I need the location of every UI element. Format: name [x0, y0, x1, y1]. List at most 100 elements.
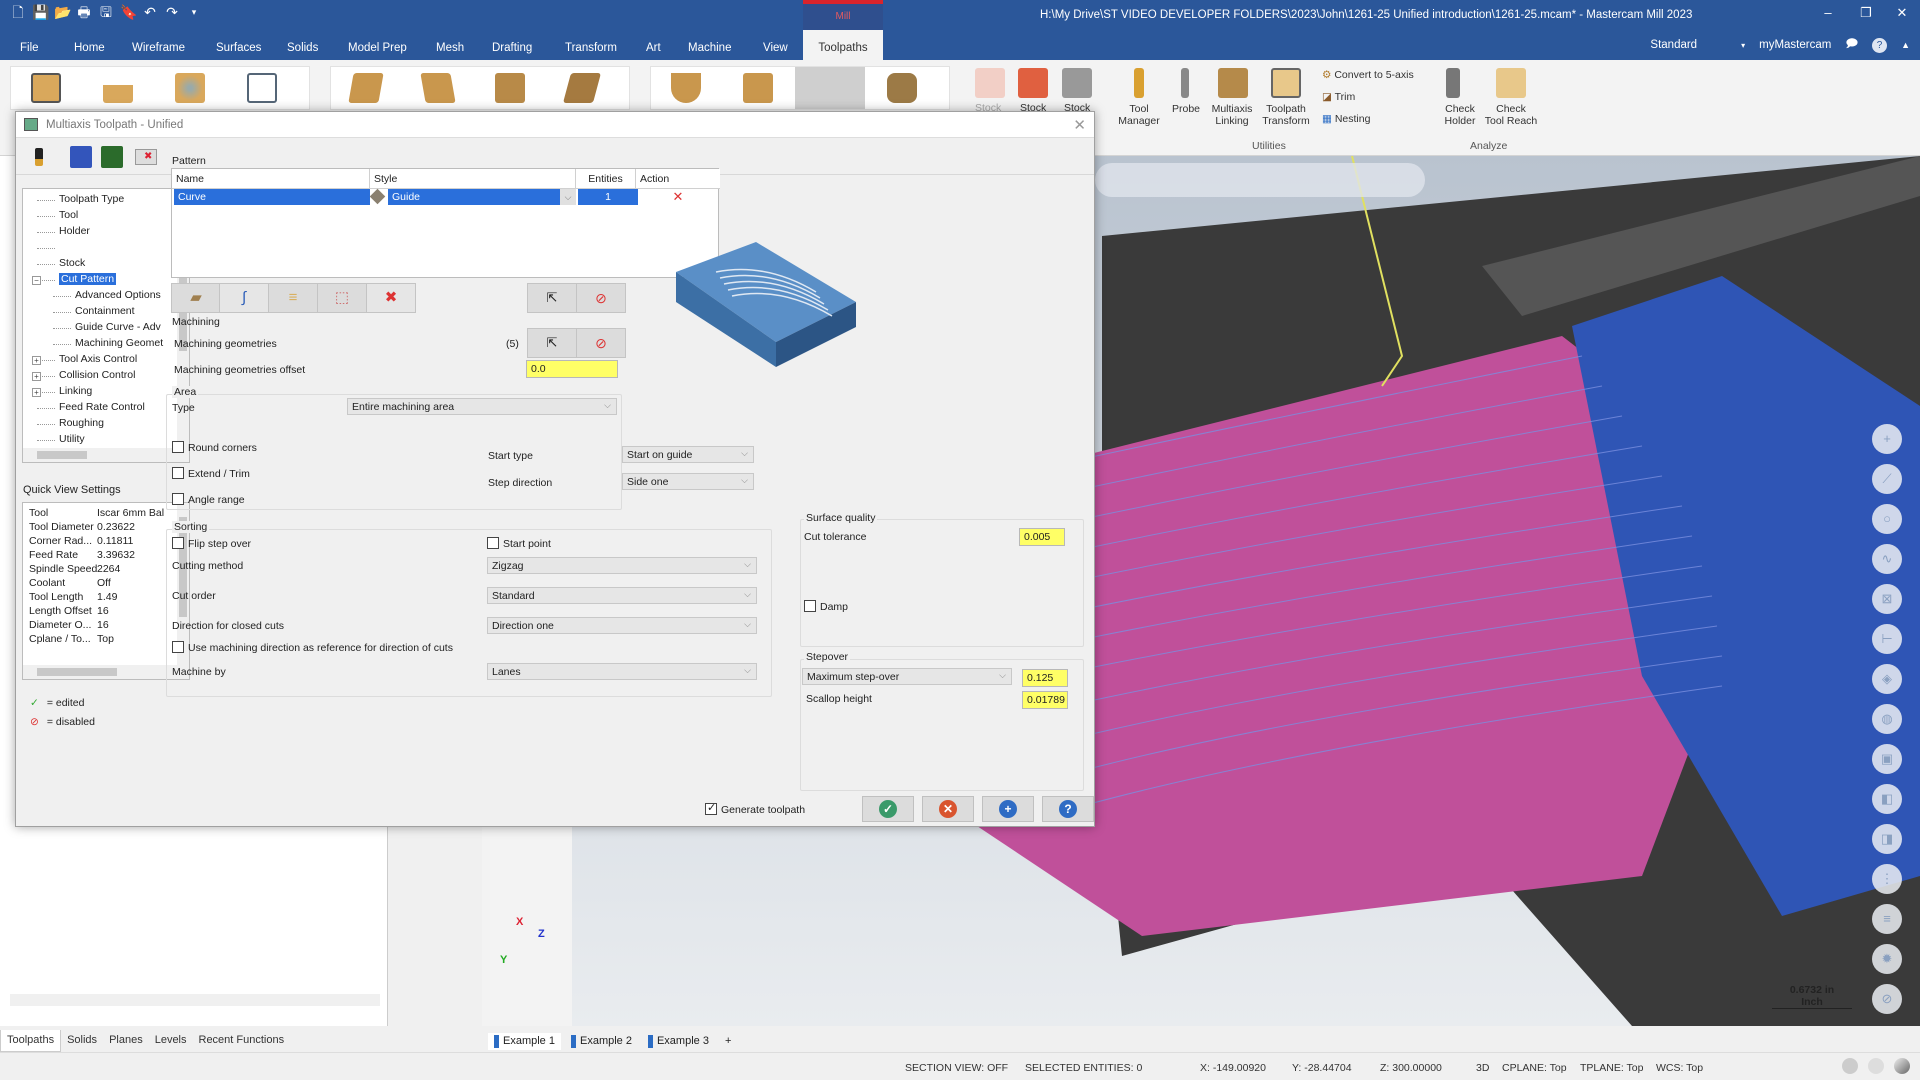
- viewsheet-tab-1[interactable]: Example 1: [488, 1032, 561, 1050]
- pattern-curve-button[interactable]: ∫: [219, 283, 269, 313]
- face-icon[interactable]: [247, 73, 277, 103]
- tab-machine[interactable]: Machine: [680, 30, 739, 60]
- multisurface-icon[interactable]: [887, 73, 917, 103]
- use-machining-direction-checkbox[interactable]: [172, 641, 184, 653]
- boolean-icon[interactable]: ◧: [1872, 784, 1902, 814]
- workspace-selector[interactable]: Standard: [1650, 39, 1697, 51]
- optirough-icon[interactable]: [420, 73, 456, 103]
- pocket-icon[interactable]: [175, 73, 205, 103]
- close-button[interactable]: ✕: [1892, 5, 1912, 21]
- stepover-mode-select[interactable]: Maximum step-over ⌵: [802, 668, 1012, 685]
- tree-item[interactable]: Feed Rate Control: [59, 401, 145, 413]
- pattern-deselect-button[interactable]: ⊘: [576, 283, 626, 313]
- z-coordinate[interactable]: Z: 300.00000: [1380, 1062, 1442, 1074]
- convert-5axis-button[interactable]: ⚙ Convert to 5-axis: [1322, 69, 1414, 81]
- pattern-lines-button[interactable]: ≡: [268, 283, 318, 313]
- expand-icon[interactable]: +: [32, 356, 41, 365]
- tree-item[interactable]: Tool Axis Control: [59, 353, 137, 365]
- help-button[interactable]: ?: [1042, 796, 1094, 822]
- quickview-hscrollbar[interactable]: [23, 665, 189, 679]
- check-holder-button[interactable]: Check Holder: [1440, 103, 1480, 127]
- solid-icon[interactable]: ◍: [1872, 704, 1902, 734]
- spline-icon[interactable]: ∿: [1872, 544, 1902, 574]
- toolpath-transform-button[interactable]: Toolpath Transform: [1258, 103, 1314, 127]
- redo-icon[interactable]: ↷: [164, 4, 180, 20]
- dialog-close-button[interactable]: ✕: [1073, 116, 1086, 134]
- tree-item[interactable]: Advanced Options: [75, 289, 161, 301]
- angle-range-checkbox[interactable]: [172, 493, 184, 505]
- surface-icon[interactable]: ◈: [1872, 664, 1902, 694]
- bookmark-icon[interactable]: 🔖: [120, 4, 137, 20]
- tab-art[interactable]: Art: [638, 30, 669, 60]
- expand-icon[interactable]: +: [32, 372, 41, 381]
- check-tool-reach-button[interactable]: Check Tool Reach: [1480, 103, 1542, 127]
- help-icon[interactable]: ?: [1872, 37, 1888, 53]
- tool-manager-button[interactable]: Tool Manager: [1112, 103, 1166, 127]
- check-tool-reach-icon[interactable]: [1496, 68, 1526, 98]
- wcs-selector[interactable]: WCS: Top: [1656, 1062, 1703, 1074]
- unified-icon[interactable]: [795, 67, 865, 109]
- boolean-remove-icon[interactable]: ◨: [1872, 824, 1902, 854]
- save-settings-icon[interactable]: [70, 146, 92, 168]
- trim-button[interactable]: ◪ Trim: [1322, 91, 1355, 103]
- tab-surfaces[interactable]: Surfaces: [208, 30, 269, 60]
- column-entities[interactable]: Entities: [576, 169, 636, 189]
- tree-item[interactable]: Guide Curve - Adv: [75, 321, 161, 333]
- minimize-button[interactable]: –: [1818, 5, 1838, 20]
- new-file-icon[interactable]: 🗋: [10, 4, 26, 20]
- area-rough-icon[interactable]: [348, 73, 384, 103]
- layer-icon[interactable]: ≡: [1872, 904, 1902, 934]
- extend-trim-checkbox[interactable]: [172, 467, 184, 479]
- tool-manager-icon[interactable]: [1134, 68, 1144, 98]
- tree-hscrollbar[interactable]: [23, 448, 189, 462]
- viewsheet-tab-2[interactable]: Example 2: [565, 1033, 638, 1050]
- pattern-surface-button[interactable]: ▰: [171, 283, 221, 313]
- toolpath-transform-icon[interactable]: [1271, 68, 1301, 98]
- tool-select-icon[interactable]: [28, 146, 50, 168]
- remove-pattern-button[interactable]: ✕: [638, 189, 718, 205]
- machining-deselect-button[interactable]: ⊘: [576, 328, 626, 358]
- tab-file[interactable]: File: [12, 30, 47, 60]
- restore-button[interactable]: ❐: [1856, 5, 1876, 21]
- cutting-method-select[interactable]: Zigzag ⌵: [487, 557, 757, 574]
- flip-step-over-checkbox[interactable]: [172, 537, 184, 549]
- chevron-down-icon[interactable]: ⌵: [560, 189, 576, 205]
- pattern-select-button[interactable]: ⇱: [527, 283, 577, 313]
- tplane-selector[interactable]: TPLANE: Top: [1580, 1062, 1643, 1074]
- manager-hscrollbar[interactable]: [10, 994, 380, 1006]
- stepover-value-input[interactable]: 0.125: [1022, 669, 1068, 687]
- tab-solids-manager[interactable]: Solids: [61, 1030, 103, 1052]
- stock-shading-icon[interactable]: [1018, 68, 1048, 98]
- tab-toolpaths[interactable]: Toolpaths: [803, 30, 883, 60]
- tree-item[interactable]: Containment: [75, 305, 135, 317]
- tree-item[interactable]: Linking: [59, 385, 92, 397]
- probe-button[interactable]: Probe: [1170, 103, 1202, 115]
- tab-levels-manager[interactable]: Levels: [149, 1030, 193, 1052]
- cancel-button[interactable]: ✕: [922, 796, 974, 822]
- contour-icon[interactable]: [31, 73, 61, 103]
- multiaxis-linking-icon[interactable]: [1218, 68, 1248, 98]
- pattern-box-button[interactable]: ⬚: [317, 283, 367, 313]
- apply-button[interactable]: +: [982, 796, 1034, 822]
- tree-item[interactable]: Toolpath Type: [59, 193, 124, 205]
- scallop-height-input[interactable]: 0.01789: [1022, 691, 1068, 709]
- save-as-icon[interactable]: 🖫: [98, 4, 114, 20]
- pattern-name-cell[interactable]: Curve: [174, 189, 370, 205]
- tree-item[interactable]: Cut Pattern: [59, 273, 117, 285]
- tab-mesh[interactable]: Mesh: [428, 30, 472, 60]
- line-icon[interactable]: ⟋: [1872, 464, 1902, 494]
- open-icon[interactable]: 📂: [54, 4, 71, 20]
- stock-model-icon[interactable]: [975, 68, 1005, 98]
- round-corners-checkbox[interactable]: [172, 441, 184, 453]
- save-icon[interactable]: 💾: [32, 4, 49, 20]
- tab-model-prep[interactable]: Model Prep: [340, 30, 415, 60]
- feedback-icon[interactable]: 🗩: [1845, 36, 1858, 55]
- tree-item[interactable]: Roughing: [59, 417, 104, 429]
- tree-item[interactable]: Stock: [59, 257, 85, 269]
- machining-select-button[interactable]: ⇱: [527, 328, 577, 358]
- column-name[interactable]: Name: [172, 169, 370, 189]
- dimension-icon[interactable]: ⊢: [1872, 624, 1902, 654]
- collapse-ribbon-icon[interactable]: ▲: [1901, 40, 1910, 50]
- shading-mode-icon[interactable]: [1842, 1058, 1858, 1074]
- settings-icon[interactable]: ✹: [1872, 944, 1902, 974]
